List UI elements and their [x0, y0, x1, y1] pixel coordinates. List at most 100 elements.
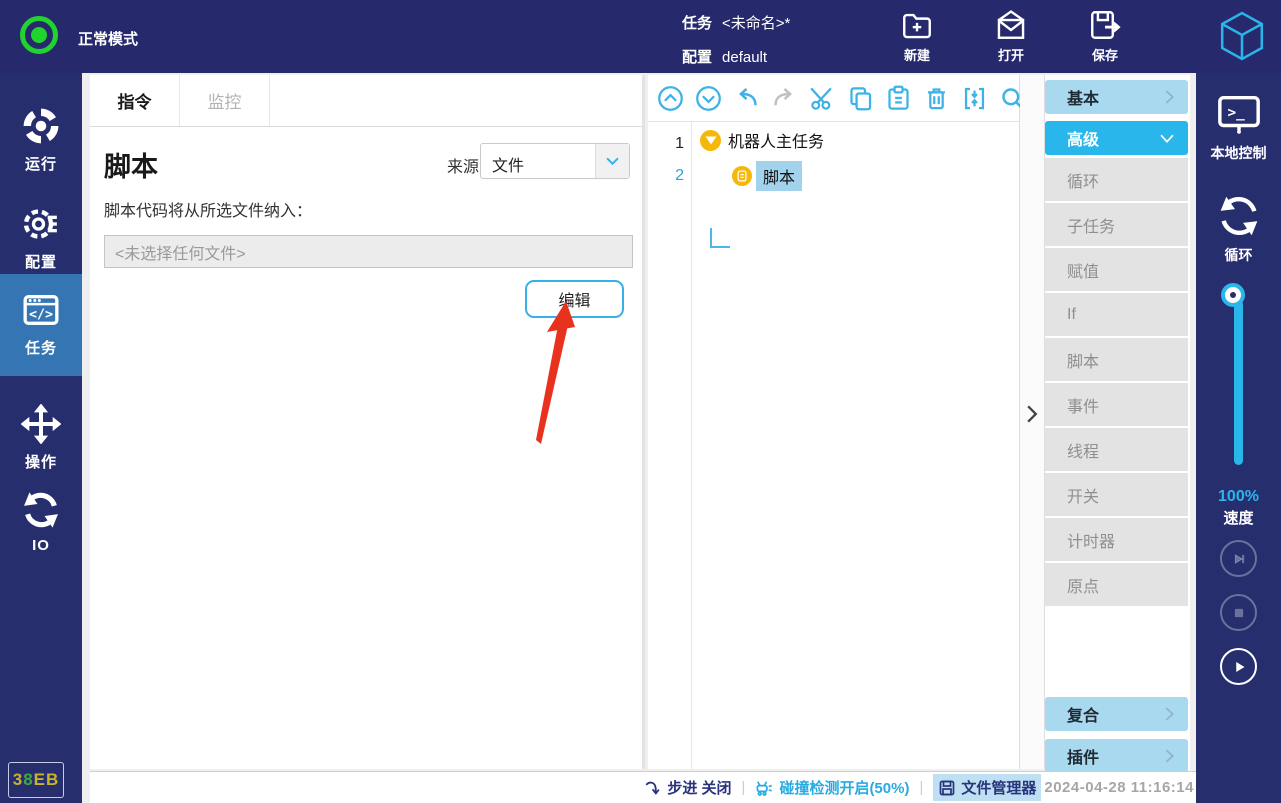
tree-row-script[interactable]: 脚本 [732, 161, 803, 191]
clock-timestamp: 2024-04-28 11:16:14 [1044, 779, 1194, 796]
move-up-icon[interactable] [657, 85, 684, 112]
local-control-button[interactable]: >_ 本地控制 [1196, 91, 1281, 163]
new-task-button[interactable]: 新建 [886, 8, 948, 64]
tree-row-main-task[interactable]: 机器人主任务 [700, 128, 824, 152]
device-code-part3: EB [33, 770, 60, 789]
group-plugin[interactable]: 插件 [1045, 739, 1188, 773]
tree-node-label: 机器人主任务 [728, 134, 825, 151]
mode-label: 正常模式 [78, 31, 139, 48]
insert-icon[interactable] [961, 85, 988, 112]
device-code-part2: 8 [23, 770, 34, 789]
speed-slider-track[interactable] [1234, 300, 1243, 465]
group-composite[interactable]: 复合 [1045, 697, 1188, 731]
sidebar-item-run[interactable]: 运行 [0, 90, 82, 192]
sidebar-item-io[interactable]: IO [0, 474, 82, 576]
redo-icon[interactable] [771, 85, 798, 112]
task-tree-panel: 1 机器人主任务 2 脚本 [648, 75, 1024, 769]
instr-item-script[interactable]: 脚本 [1045, 338, 1188, 381]
instr-item-subtask[interactable]: 子任务 [1045, 203, 1188, 246]
instr-item-loop[interactable]: 循环 [1045, 158, 1188, 201]
copy-icon[interactable] [847, 85, 874, 112]
sidebar-item-label: 运行 [24, 156, 57, 173]
group-label: 插件 [1067, 750, 1100, 767]
edit-button[interactable]: 编辑 [525, 280, 624, 318]
chevron-right-icon [1165, 707, 1174, 721]
save-icon [1088, 8, 1122, 42]
config-value: default [722, 49, 768, 66]
sidebar-item-label: IO [32, 537, 50, 554]
stop-icon [1228, 602, 1250, 624]
svg-text:>_: >_ [1227, 105, 1245, 121]
task-value: <未命名>* [722, 15, 791, 32]
group-label: 高级 [1067, 132, 1100, 149]
chevron-right-icon [1165, 90, 1174, 104]
status-bar: 步进 关闭 | 碰撞检测开启(50%) | 文件管理器 2024-04-28 1… [90, 771, 1196, 803]
save-button[interactable]: 保存 [1074, 8, 1136, 64]
line-number: 2 [675, 167, 684, 184]
paste-icon[interactable] [885, 85, 912, 112]
file-manager-button[interactable]: 文件管理器 [933, 774, 1042, 801]
collision-detect-toggle[interactable]: 碰撞检测开启(50%) [755, 777, 909, 798]
file-manager-label: 文件管理器 [961, 780, 1037, 797]
save-label: 保存 [1091, 48, 1118, 63]
speed-value: 100% [1218, 488, 1259, 505]
undo-icon[interactable] [733, 85, 760, 112]
delete-icon[interactable] [923, 85, 950, 112]
page-title: 脚本 [104, 152, 158, 182]
task-name-row: 任务 <未命名>* [682, 12, 790, 33]
loop-label: 循环 [1224, 247, 1253, 263]
new-task-label: 新建 [903, 48, 930, 63]
move-down-icon[interactable] [695, 85, 722, 112]
task-code-icon: </> [21, 290, 61, 330]
loop-icon [1216, 193, 1262, 239]
expand-panel-chevron-icon[interactable] [1024, 405, 1040, 423]
speed-slider-knob[interactable] [1225, 287, 1241, 303]
panel-splitter [1020, 75, 1045, 769]
line-number-column [648, 122, 692, 769]
step-next-icon [1228, 548, 1250, 570]
sidebar-item-task[interactable]: </> 任务 [0, 274, 82, 376]
source-select[interactable]: 文件 [480, 143, 630, 179]
script-description: 脚本代码将从所选文件纳入： [104, 203, 313, 220]
tree-connector [710, 228, 730, 248]
tree-toolbar [648, 75, 1024, 122]
instr-item-home[interactable]: 原点 [1045, 563, 1188, 606]
collapse-triangle-icon[interactable] [700, 129, 721, 151]
stop-button[interactable] [1220, 594, 1257, 631]
play-button[interactable] [1220, 648, 1257, 685]
separator: | [741, 779, 746, 796]
collision-icon [755, 778, 774, 797]
io-swap-icon [21, 490, 61, 530]
step-next-button[interactable] [1220, 540, 1257, 577]
group-basic[interactable]: 基本 [1045, 80, 1188, 114]
normal-mode-indicator-icon [20, 16, 58, 54]
group-advanced[interactable]: 高级 [1045, 121, 1188, 155]
left-nav: 运行 配置 </> 任务 操作 IO 3 8 EB [0, 73, 82, 803]
gear-icon [21, 204, 61, 244]
tab-monitor[interactable]: 监控 [180, 75, 270, 126]
line-number: 1 [675, 135, 684, 152]
script-node-icon [732, 166, 752, 186]
instr-item-if[interactable]: If [1045, 293, 1188, 336]
step-mode-label: 步进 关闭 [667, 780, 732, 797]
open-button[interactable]: 打开 [980, 8, 1042, 64]
instr-item-event[interactable]: 事件 [1045, 383, 1188, 426]
selected-file-field[interactable]: <未选择任何文件> [104, 235, 633, 268]
instr-item-timer[interactable]: 计时器 [1045, 518, 1188, 561]
new-task-icon [900, 8, 934, 42]
loop-button[interactable]: 循环 [1196, 193, 1281, 265]
open-label: 打开 [997, 48, 1024, 63]
instr-item-assign[interactable]: 赋值 [1045, 248, 1188, 291]
brand-logo-icon [1219, 11, 1265, 61]
step-mode-toggle[interactable]: 步进 关闭 [644, 777, 732, 798]
device-code-badge[interactable]: 3 8 EB [8, 762, 64, 798]
device-code-part1: 3 [12, 770, 24, 789]
instr-item-thread[interactable]: 线程 [1045, 428, 1188, 471]
play-icon [1228, 656, 1250, 678]
config-name-row: 配置 default [682, 46, 767, 67]
tab-command[interactable]: 指令 [90, 75, 180, 126]
collision-label: 碰撞检测开启(50%) [779, 780, 910, 797]
instr-item-switch[interactable]: 开关 [1045, 473, 1188, 516]
cut-icon[interactable] [809, 85, 836, 112]
sidebar-item-label: 配置 [24, 254, 57, 271]
